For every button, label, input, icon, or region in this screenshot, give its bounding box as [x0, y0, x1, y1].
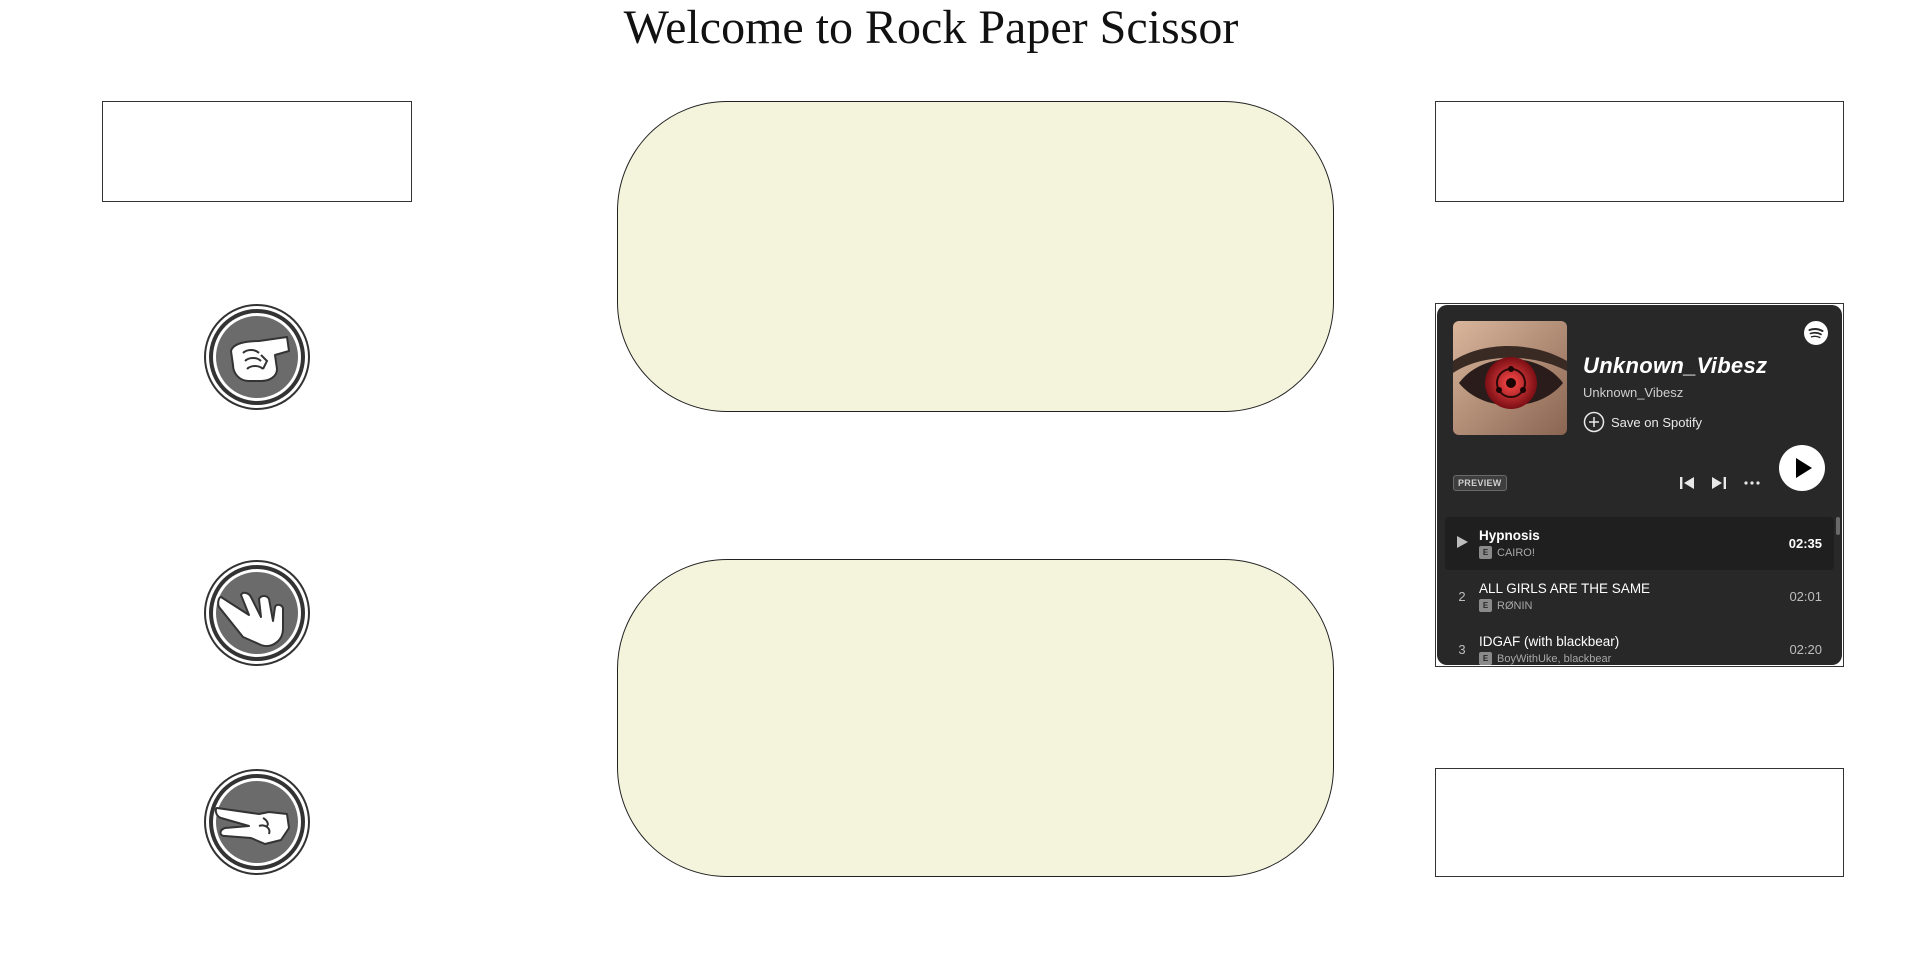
previous-track-icon[interactable]: [1677, 473, 1697, 493]
player-choice-display: [617, 101, 1334, 412]
track-number: 2: [1458, 589, 1466, 604]
computer-score-box: [1435, 101, 1844, 202]
add-circle-icon: [1583, 411, 1605, 433]
game-page: Welcome to Rock Paper Scissor Unknown_Vi…: [0, 0, 1920, 961]
track-title: ALL GIRLS ARE THE SAME: [1479, 581, 1651, 596]
playlist-title[interactable]: Unknown_Vibesz: [1583, 353, 1767, 379]
playlist-cover[interactable]: [1453, 321, 1567, 435]
track-title: Hypnosis: [1479, 528, 1540, 543]
explicit-badge: E: [1479, 652, 1492, 665]
spotify-logo-icon[interactable]: [1804, 321, 1828, 345]
player-score-box: [102, 101, 412, 202]
track-artist: BoyWithUke, blackbear: [1497, 652, 1612, 665]
scissor-hand-icon: [204, 769, 310, 875]
rock-fist-icon: [204, 304, 310, 410]
track-duration: 02:20: [1789, 642, 1822, 657]
computer-choice-display: [617, 559, 1334, 877]
rock-button[interactable]: [203, 303, 311, 411]
track-artist: RØNIN: [1497, 599, 1533, 612]
next-track-icon[interactable]: [1709, 473, 1729, 493]
save-label: Save on Spotify: [1611, 414, 1703, 430]
track-duration: 02:01: [1789, 589, 1822, 604]
track-row[interactable]: Hypnosis E CAIRO! 02:35: [1445, 517, 1834, 570]
result-box: [1435, 768, 1844, 877]
track-row[interactable]: 3 IDGAF (with blackbear) E BoyWithUke, b…: [1445, 623, 1834, 665]
paper-hand-icon: [204, 560, 310, 666]
more-options-icon[interactable]: [1742, 473, 1762, 493]
tracklist: Hypnosis E CAIRO! 02:35 2 ALL GIRLS ARE …: [1445, 517, 1834, 665]
paper-button[interactable]: [203, 559, 311, 667]
track-artist: CAIRO!: [1497, 546, 1535, 559]
sharingan-eye-icon: [1453, 321, 1567, 435]
track-title: IDGAF (with blackbear): [1479, 634, 1620, 649]
page-title: Welcome to Rock Paper Scissor: [623, 1, 1239, 54]
track-number: 3: [1458, 642, 1466, 657]
track-play-indicator: [1445, 535, 1479, 552]
play-small-icon: [1457, 536, 1468, 548]
preview-badge: PREVIEW: [1453, 475, 1507, 491]
play-button[interactable]: [1779, 445, 1825, 491]
track-duration: 02:35: [1788, 536, 1822, 551]
save-on-spotify-button[interactable]: Save on Spotify: [1583, 411, 1702, 433]
spotify-embed: Unknown_Vibesz Unknown_Vibesz Save on Sp…: [1435, 303, 1844, 667]
scissor-button[interactable]: [203, 768, 311, 876]
playlist-owner[interactable]: Unknown_Vibesz: [1583, 385, 1683, 400]
spotify-player: Unknown_Vibesz Unknown_Vibesz Save on Sp…: [1437, 305, 1842, 665]
explicit-badge: E: [1479, 546, 1492, 559]
play-icon: [1796, 458, 1812, 478]
explicit-badge: E: [1479, 599, 1492, 612]
track-row[interactable]: 2 ALL GIRLS ARE THE SAME E RØNIN 02:01: [1445, 570, 1834, 623]
tracklist-scrollbar[interactable]: [1836, 517, 1840, 535]
